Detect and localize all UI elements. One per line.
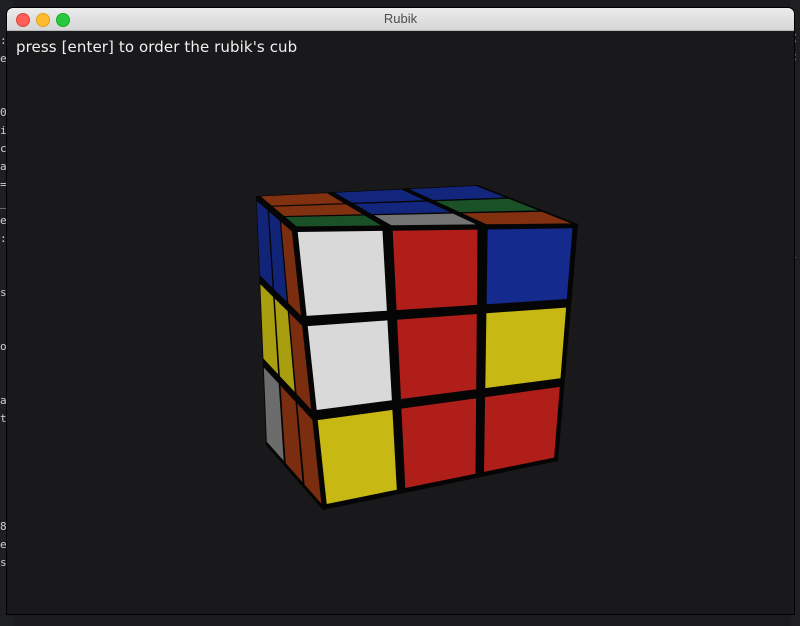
front-sticker (485, 307, 567, 389)
rubiks-cube[interactable] (0, 0, 800, 626)
front-sticker (297, 230, 387, 316)
front-sticker (401, 398, 477, 488)
front-sticker (307, 320, 392, 410)
front-sticker (392, 229, 478, 311)
front-sticker (397, 314, 477, 399)
front-sticker (486, 228, 573, 305)
front-sticker (317, 409, 397, 504)
top-sticker (285, 215, 382, 227)
